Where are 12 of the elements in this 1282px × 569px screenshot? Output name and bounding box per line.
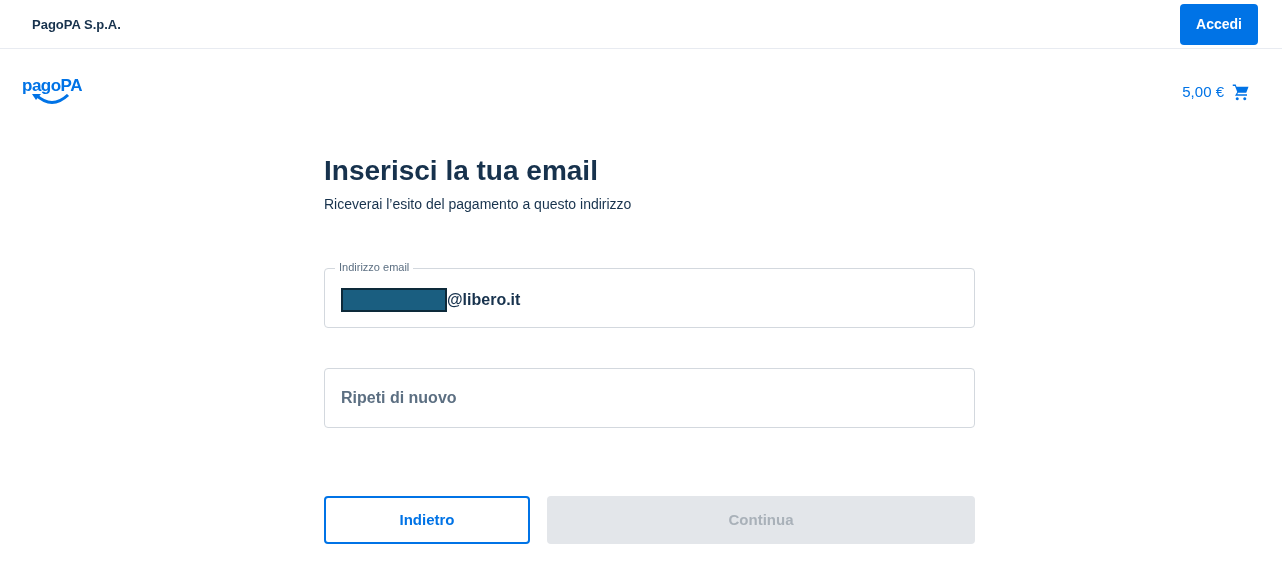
page-title: Inserisci la tua email <box>324 154 599 188</box>
page-subtitle: Riceverai l’esito del pagamento a questo indirizzo <box>324 195 633 212</box>
cart-total[interactable]: 5,00 € <box>1182 83 1224 100</box>
field-value: @libero.it <box>447 290 521 309</box>
login-button[interactable]: Accedi <box>1180 3 1258 45</box>
company-name: PagoPA S.p.A. <box>32 16 121 32</box>
logo: pagoPA <box>22 77 82 106</box>
back-button[interactable]: Indietro <box>324 495 530 544</box>
field-placeholder: Ripeti di nuovo <box>341 388 457 407</box>
email-field[interactable]: Ripeti di nuovo <box>324 367 975 428</box>
cart-icon[interactable] <box>1232 82 1250 101</box>
field-label: Indirizzo email <box>335 260 414 273</box>
